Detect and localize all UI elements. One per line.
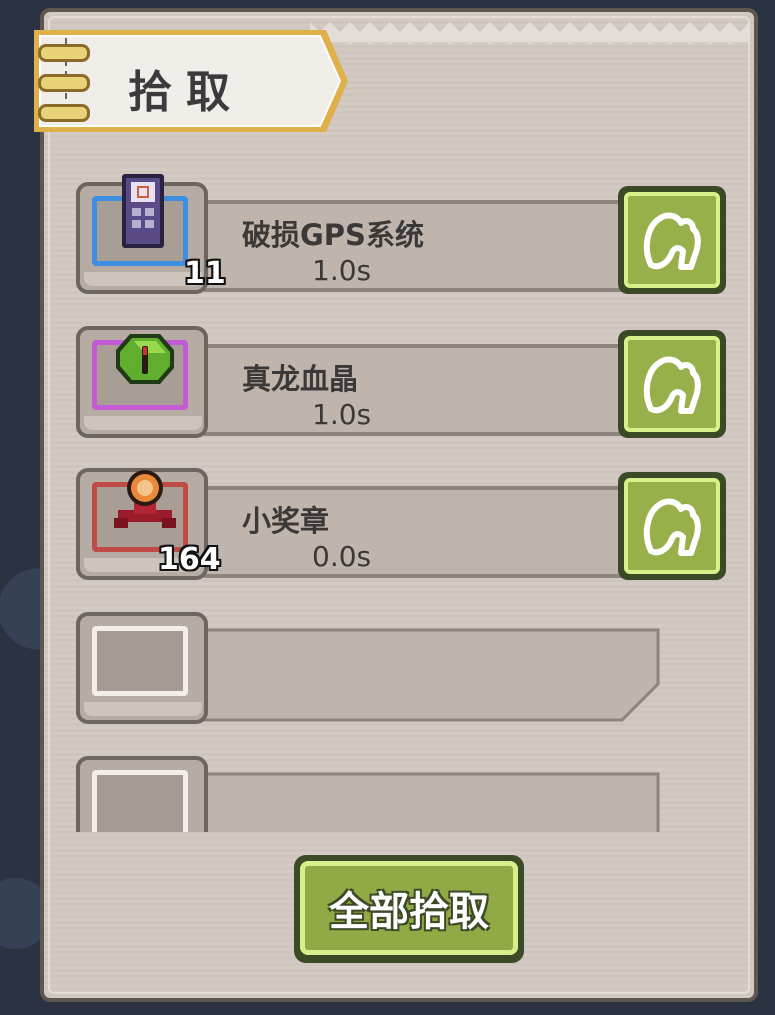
loot-row[interactable]: 164 小奖章 0.0s bbox=[76, 468, 726, 586]
item-count: 11 bbox=[184, 256, 226, 291]
small-medal-icon bbox=[114, 470, 176, 528]
panel-decoration bbox=[310, 22, 750, 44]
item-slot[interactable]: 11 bbox=[76, 174, 226, 294]
item-name: 破损GPS系统 bbox=[242, 218, 424, 252]
item-slot[interactable]: 164 bbox=[76, 468, 221, 580]
pickup-button[interactable] bbox=[618, 330, 726, 438]
hand-icon bbox=[643, 212, 701, 270]
pickup-all-label: 全部拾取 bbox=[329, 889, 489, 935]
empty-loot-row bbox=[76, 612, 726, 730]
binder-ring bbox=[38, 74, 90, 92]
pickup-all-button[interactable]: 全部拾取 bbox=[294, 855, 524, 963]
dragon-crystal-icon bbox=[116, 334, 174, 384]
hand-icon bbox=[643, 498, 701, 556]
item-name: 小奖章 bbox=[242, 504, 330, 538]
empty-slot bbox=[76, 756, 208, 832]
loot-row[interactable]: 真龙血晶 1.0s bbox=[76, 326, 726, 444]
binder-ring bbox=[38, 44, 90, 62]
panel-title: 拾取 bbox=[128, 67, 244, 118]
item-slot[interactable] bbox=[76, 326, 208, 438]
empty-bar bbox=[204, 628, 660, 722]
item-time: 1.0s bbox=[312, 254, 372, 287]
empty-loot-row bbox=[76, 756, 726, 832]
loot-row[interactable]: 11 破损GPS系统 1.0s bbox=[76, 174, 726, 300]
empty-slot bbox=[76, 612, 208, 724]
pickup-button[interactable] bbox=[618, 472, 726, 580]
pickup-button[interactable] bbox=[618, 186, 726, 294]
binder-ring bbox=[38, 104, 90, 122]
item-time: 0.0s bbox=[312, 540, 372, 573]
item-name: 真龙血晶 bbox=[242, 362, 359, 396]
item-time: 1.0s bbox=[312, 398, 372, 431]
item-count: 164 bbox=[158, 542, 221, 577]
gps-device-icon bbox=[122, 174, 164, 248]
hand-icon bbox=[643, 356, 701, 414]
empty-bar bbox=[204, 772, 660, 832]
title-banner: 拾取 bbox=[30, 26, 350, 136]
